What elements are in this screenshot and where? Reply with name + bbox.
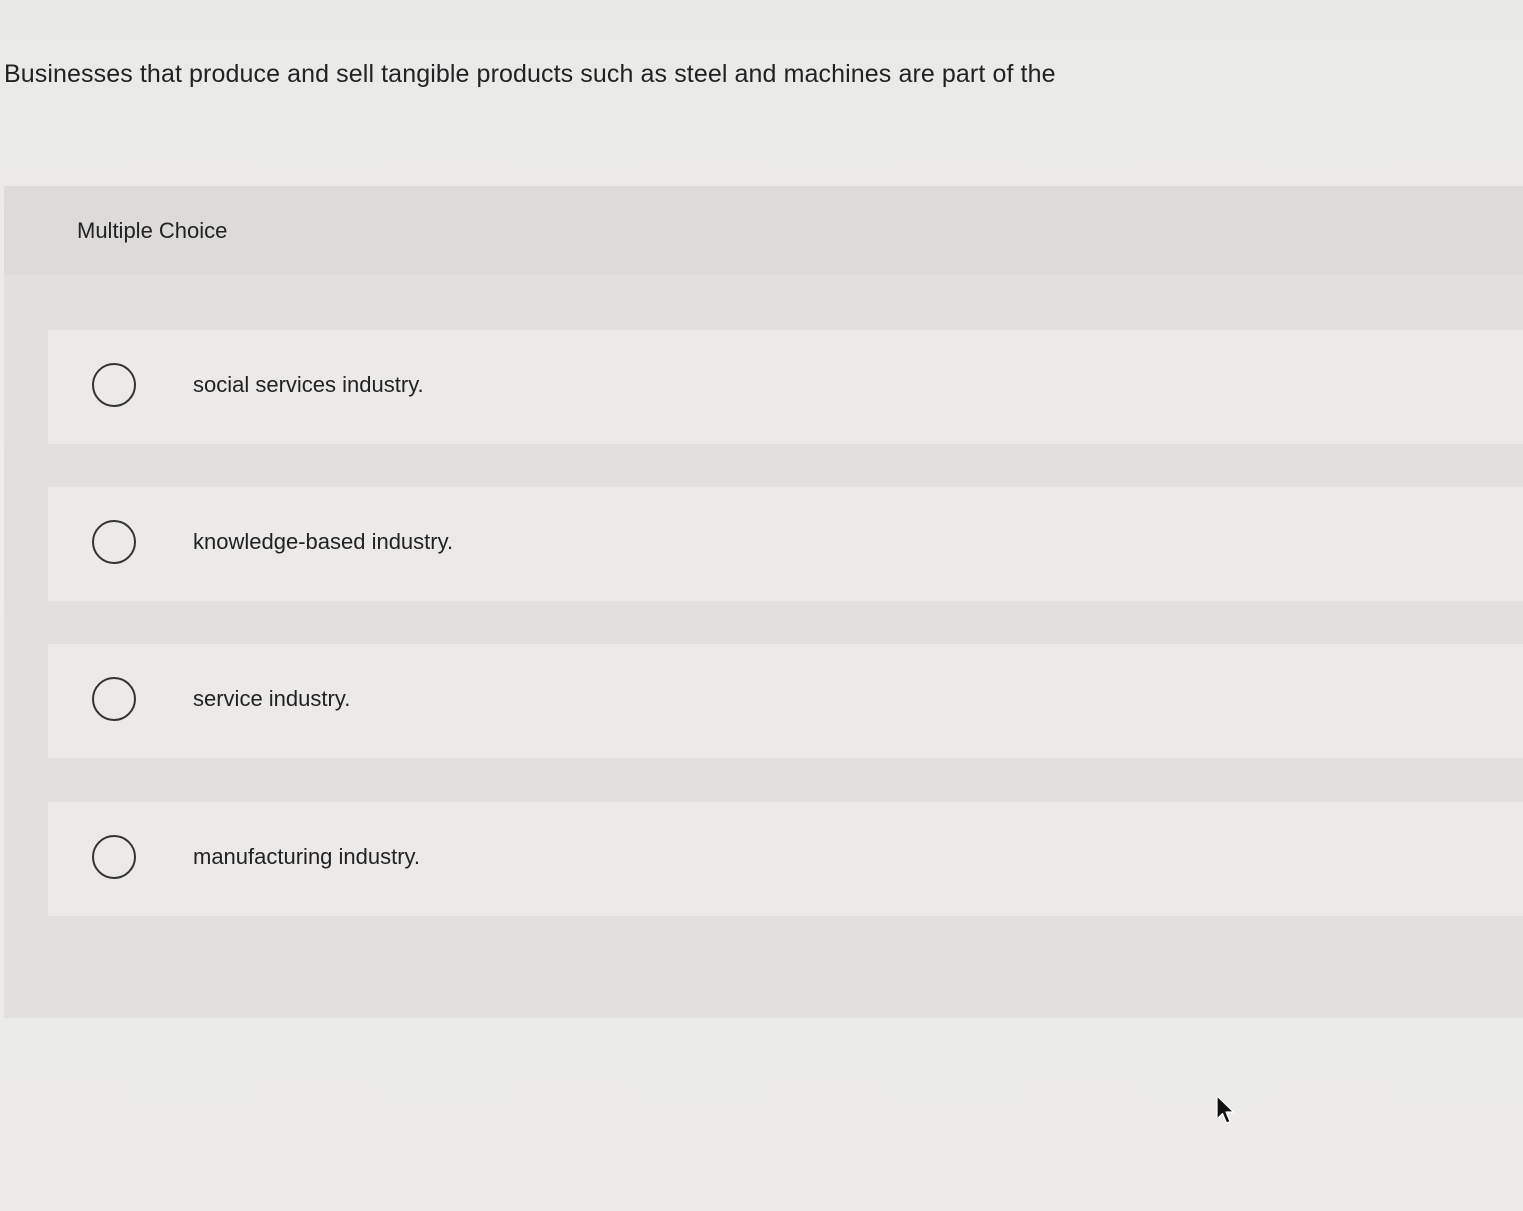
multiple-choice-panel: Multiple Choice social services industry…: [4, 186, 1523, 1018]
option-label: social services industry.: [193, 372, 424, 397]
option-social-services[interactable]: social services industry.: [48, 330, 1523, 444]
option-label: service industry.: [193, 686, 351, 711]
question-text: Businesses that produce and sell tangibl…: [4, 60, 1056, 88]
radio-unselected-icon[interactable]: [92, 520, 136, 564]
multiple-choice-header: Multiple Choice: [4, 186, 1523, 274]
radio-unselected-icon[interactable]: [92, 835, 136, 879]
option-service[interactable]: service industry.: [48, 644, 1523, 758]
radio-unselected-icon[interactable]: [92, 363, 136, 407]
option-knowledge-based[interactable]: knowledge-based industry.: [48, 487, 1523, 601]
option-label: manufacturing industry.: [193, 844, 421, 869]
option-manufacturing[interactable]: manufacturing industry.: [48, 802, 1523, 916]
radio-unselected-icon[interactable]: [92, 677, 136, 721]
mouse-pointer-icon: [1216, 1095, 1235, 1124]
multiple-choice-label: Multiple Choice: [77, 218, 228, 243]
option-label: knowledge-based industry.: [193, 529, 454, 554]
options-list: social services industry. knowledge-base…: [4, 274, 1523, 1018]
